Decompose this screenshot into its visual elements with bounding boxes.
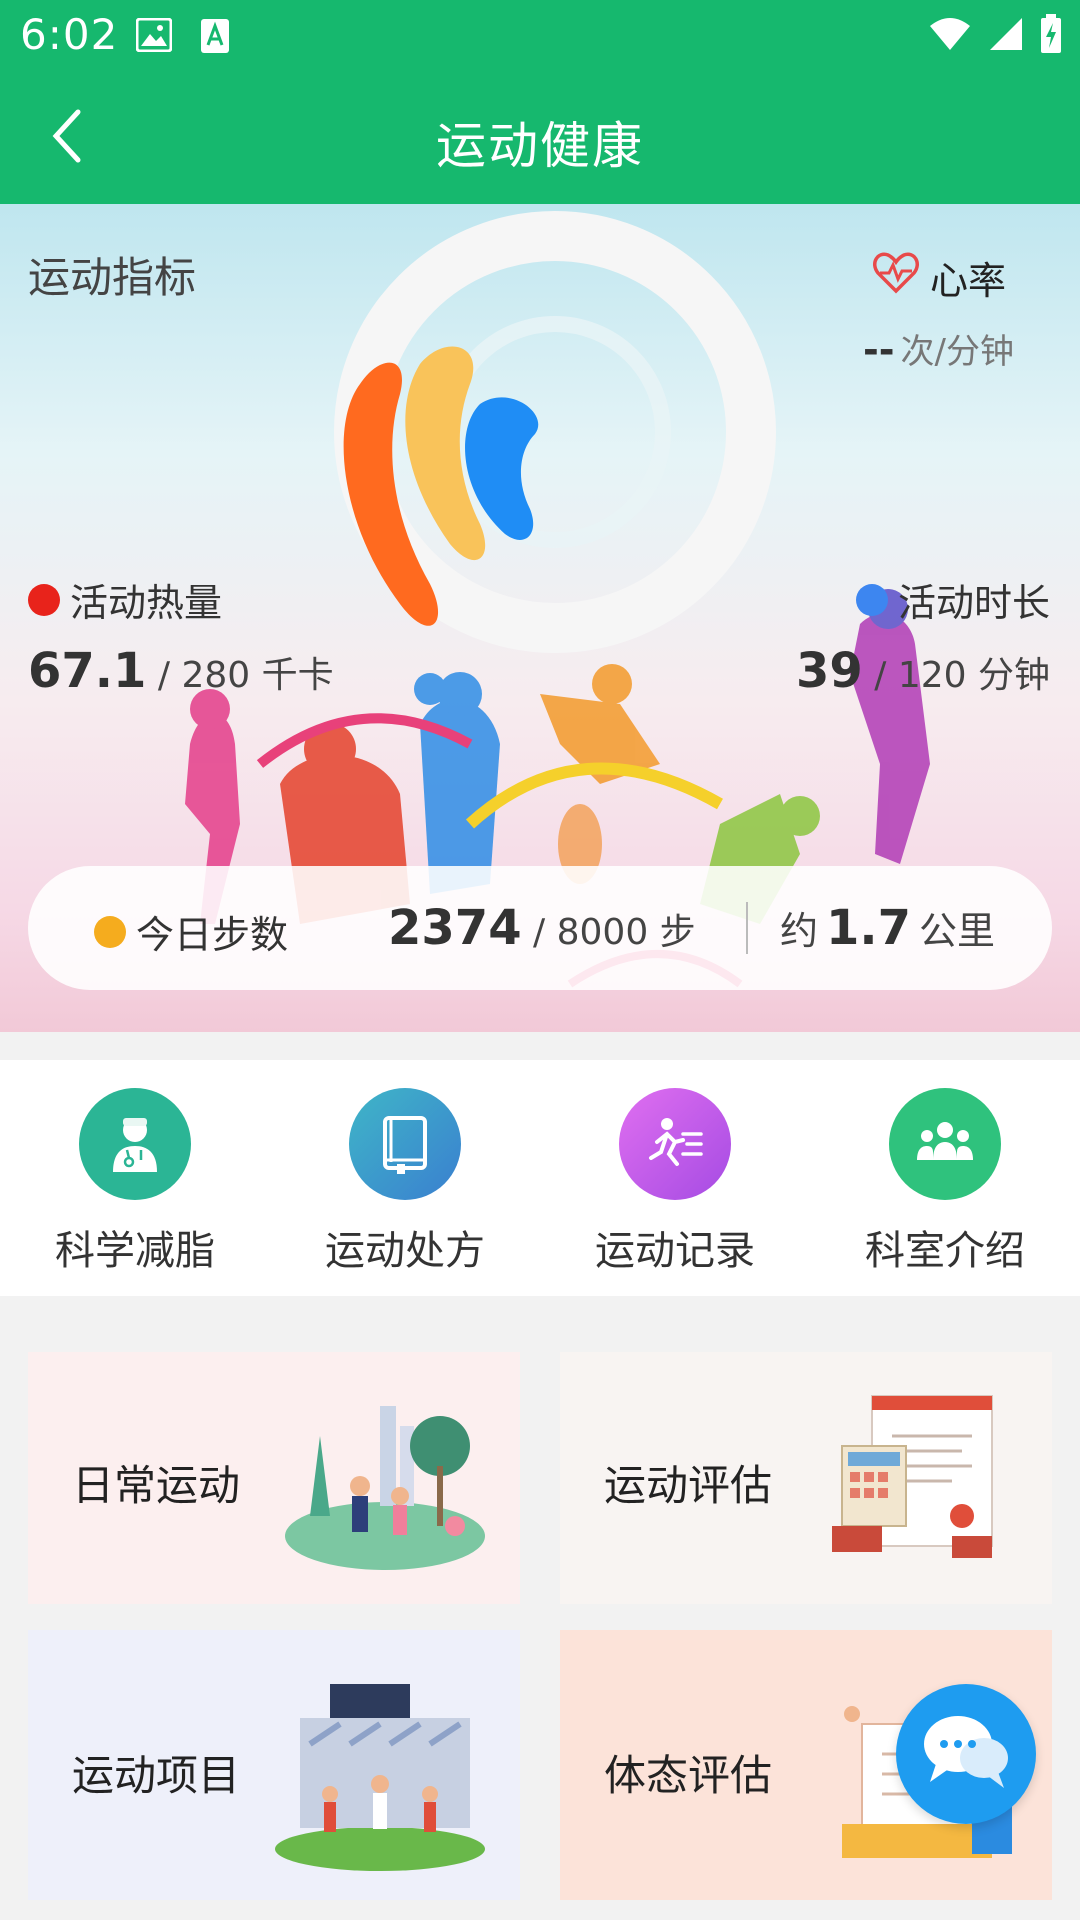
quick-item-label: 科室介绍: [865, 1228, 1025, 1274]
heart-rate-value: -- 次/分钟: [863, 324, 1014, 373]
quick-item-label: 运动处方: [325, 1228, 485, 1274]
keyboard-a-icon: [200, 18, 230, 58]
quick-menu: 科学减脂 运动处方 运动记录 科室介绍: [0, 1060, 1080, 1296]
steps-goal: / 8000 步: [533, 912, 696, 953]
tennis-court-illustration: [275, 1684, 485, 1871]
heart-rate-unit: 次/分钟: [900, 332, 1014, 372]
group-icon: [889, 1088, 1001, 1200]
steps-label: 今日步数: [136, 913, 289, 957]
section-title: 运动指标: [28, 253, 197, 302]
quick-item-records[interactable]: 运动记录: [540, 1088, 810, 1276]
duration-metric: 活动时长 39 / 120 分钟: [796, 572, 1050, 699]
gallery-icon: [135, 17, 173, 58]
heart-rate-label-group: 心率: [872, 250, 1006, 305]
tile-label: 运动评估: [604, 1461, 773, 1510]
duration-dot-icon: [855, 583, 888, 616]
status-bar: 6:02: [0, 0, 1080, 72]
heart-rate-icon: [872, 251, 920, 304]
quick-item-prescription[interactable]: 运动处方: [270, 1088, 540, 1276]
calories-dot-icon: [28, 583, 60, 616]
calories-metric: 活动热量 67.1 / 280 千卡: [28, 572, 334, 699]
heart-rate-number: --: [862, 328, 895, 372]
signal-icon: [988, 16, 1024, 56]
divider: [746, 902, 748, 954]
duration-label: 活动时长: [897, 581, 1050, 625]
calories-value: 67.1: [28, 643, 147, 699]
account-document-illustration: [832, 1395, 993, 1558]
distance-unit: 公里: [919, 909, 996, 953]
quick-item-weight-loss[interactable]: 科学减脂: [0, 1088, 270, 1276]
calories-label: 活动热量: [70, 581, 223, 625]
app-bar: 运动健康: [0, 72, 1080, 204]
tile-daily-exercise[interactable]: 日常运动: [28, 1352, 520, 1604]
heart-rate-label: 心率: [929, 259, 1006, 303]
page-title: 运动健康: [436, 117, 644, 175]
wifi-icon: [928, 16, 972, 56]
status-right-icons: [928, 14, 1062, 58]
quick-item-label: 科学减脂: [55, 1228, 215, 1274]
chat-button[interactable]: [896, 1684, 1036, 1824]
park-illustration: [285, 1406, 485, 1570]
quick-item-label: 运动记录: [595, 1228, 755, 1274]
tile-label: 体态评估: [604, 1751, 773, 1800]
chat-bubble-icon: [918, 1710, 1014, 1798]
steps-dot-icon: [94, 915, 126, 948]
tile-label: 运动项目: [72, 1751, 241, 1800]
quick-item-department[interactable]: 科室介绍: [810, 1088, 1080, 1276]
steps-value: 2374: [388, 900, 522, 956]
steps-card[interactable]: 今日步数 2374 / 8000 步 约 1.7 公里: [28, 866, 1052, 990]
book-icon: [349, 1088, 461, 1200]
status-time: 6:02: [20, 10, 119, 59]
battery-icon: [1040, 14, 1062, 58]
duration-value: 39: [796, 643, 863, 699]
distance-prefix: 约: [780, 909, 819, 953]
calories-goal: / 280 千卡: [157, 655, 334, 696]
runner-icon: [619, 1088, 731, 1200]
tile-exercise-programs[interactable]: 运动项目: [28, 1630, 520, 1900]
distance-value: 1.7: [826, 900, 912, 956]
status-left-icons: [135, 17, 230, 58]
duration-goal: / 120 分钟: [874, 655, 1050, 696]
fitness-dashboard: 运动指标 心率 -- 次/分钟 活动热量 67.1 / 280 千卡 活动时长 3…: [0, 204, 1080, 1032]
tile-label: 日常运动: [72, 1461, 241, 1510]
tile-exercise-assessment[interactable]: 运动评估: [560, 1352, 1052, 1604]
doctor-icon: [79, 1088, 191, 1200]
